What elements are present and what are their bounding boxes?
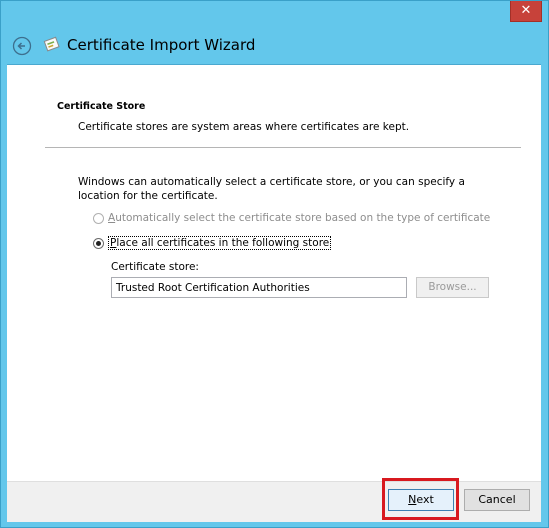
window-title: Certificate Import Wizard bbox=[67, 36, 256, 54]
close-icon: ✕ bbox=[520, 3, 532, 18]
section-description: Certificate stores are system areas wher… bbox=[78, 121, 410, 133]
place-in-store-radio[interactable] bbox=[93, 237, 104, 249]
certificate-store-label: Certificate store: bbox=[111, 261, 199, 273]
auto-select-label: Automatically select the certificate sto… bbox=[108, 212, 491, 224]
cancel-button[interactable]: Cancel bbox=[464, 489, 530, 511]
place-in-store-option[interactable]: Place all certificates in the following … bbox=[93, 236, 332, 250]
close-button[interactable]: ✕ bbox=[510, 1, 542, 22]
wizard-footer bbox=[7, 481, 541, 522]
back-arrow-icon[interactable] bbox=[12, 36, 32, 56]
auto-select-option[interactable]: Automatically select the certificate sto… bbox=[93, 212, 490, 224]
wizard-content: Certificate Store Certificate stores are… bbox=[7, 64, 541, 481]
section-divider bbox=[45, 147, 521, 148]
auto-select-radio[interactable] bbox=[93, 212, 104, 224]
intro-text: Windows can automatically select a certi… bbox=[78, 176, 465, 202]
browse-button[interactable]: Browse... bbox=[416, 277, 489, 298]
next-button-highlight bbox=[382, 478, 459, 520]
place-in-store-label: Place all certificates in the following … bbox=[108, 236, 332, 250]
certificate-store-field[interactable]: Trusted Root Certification Authorities bbox=[111, 277, 407, 298]
section-title: Certificate Store bbox=[57, 101, 146, 112]
certificate-icon bbox=[43, 36, 60, 52]
